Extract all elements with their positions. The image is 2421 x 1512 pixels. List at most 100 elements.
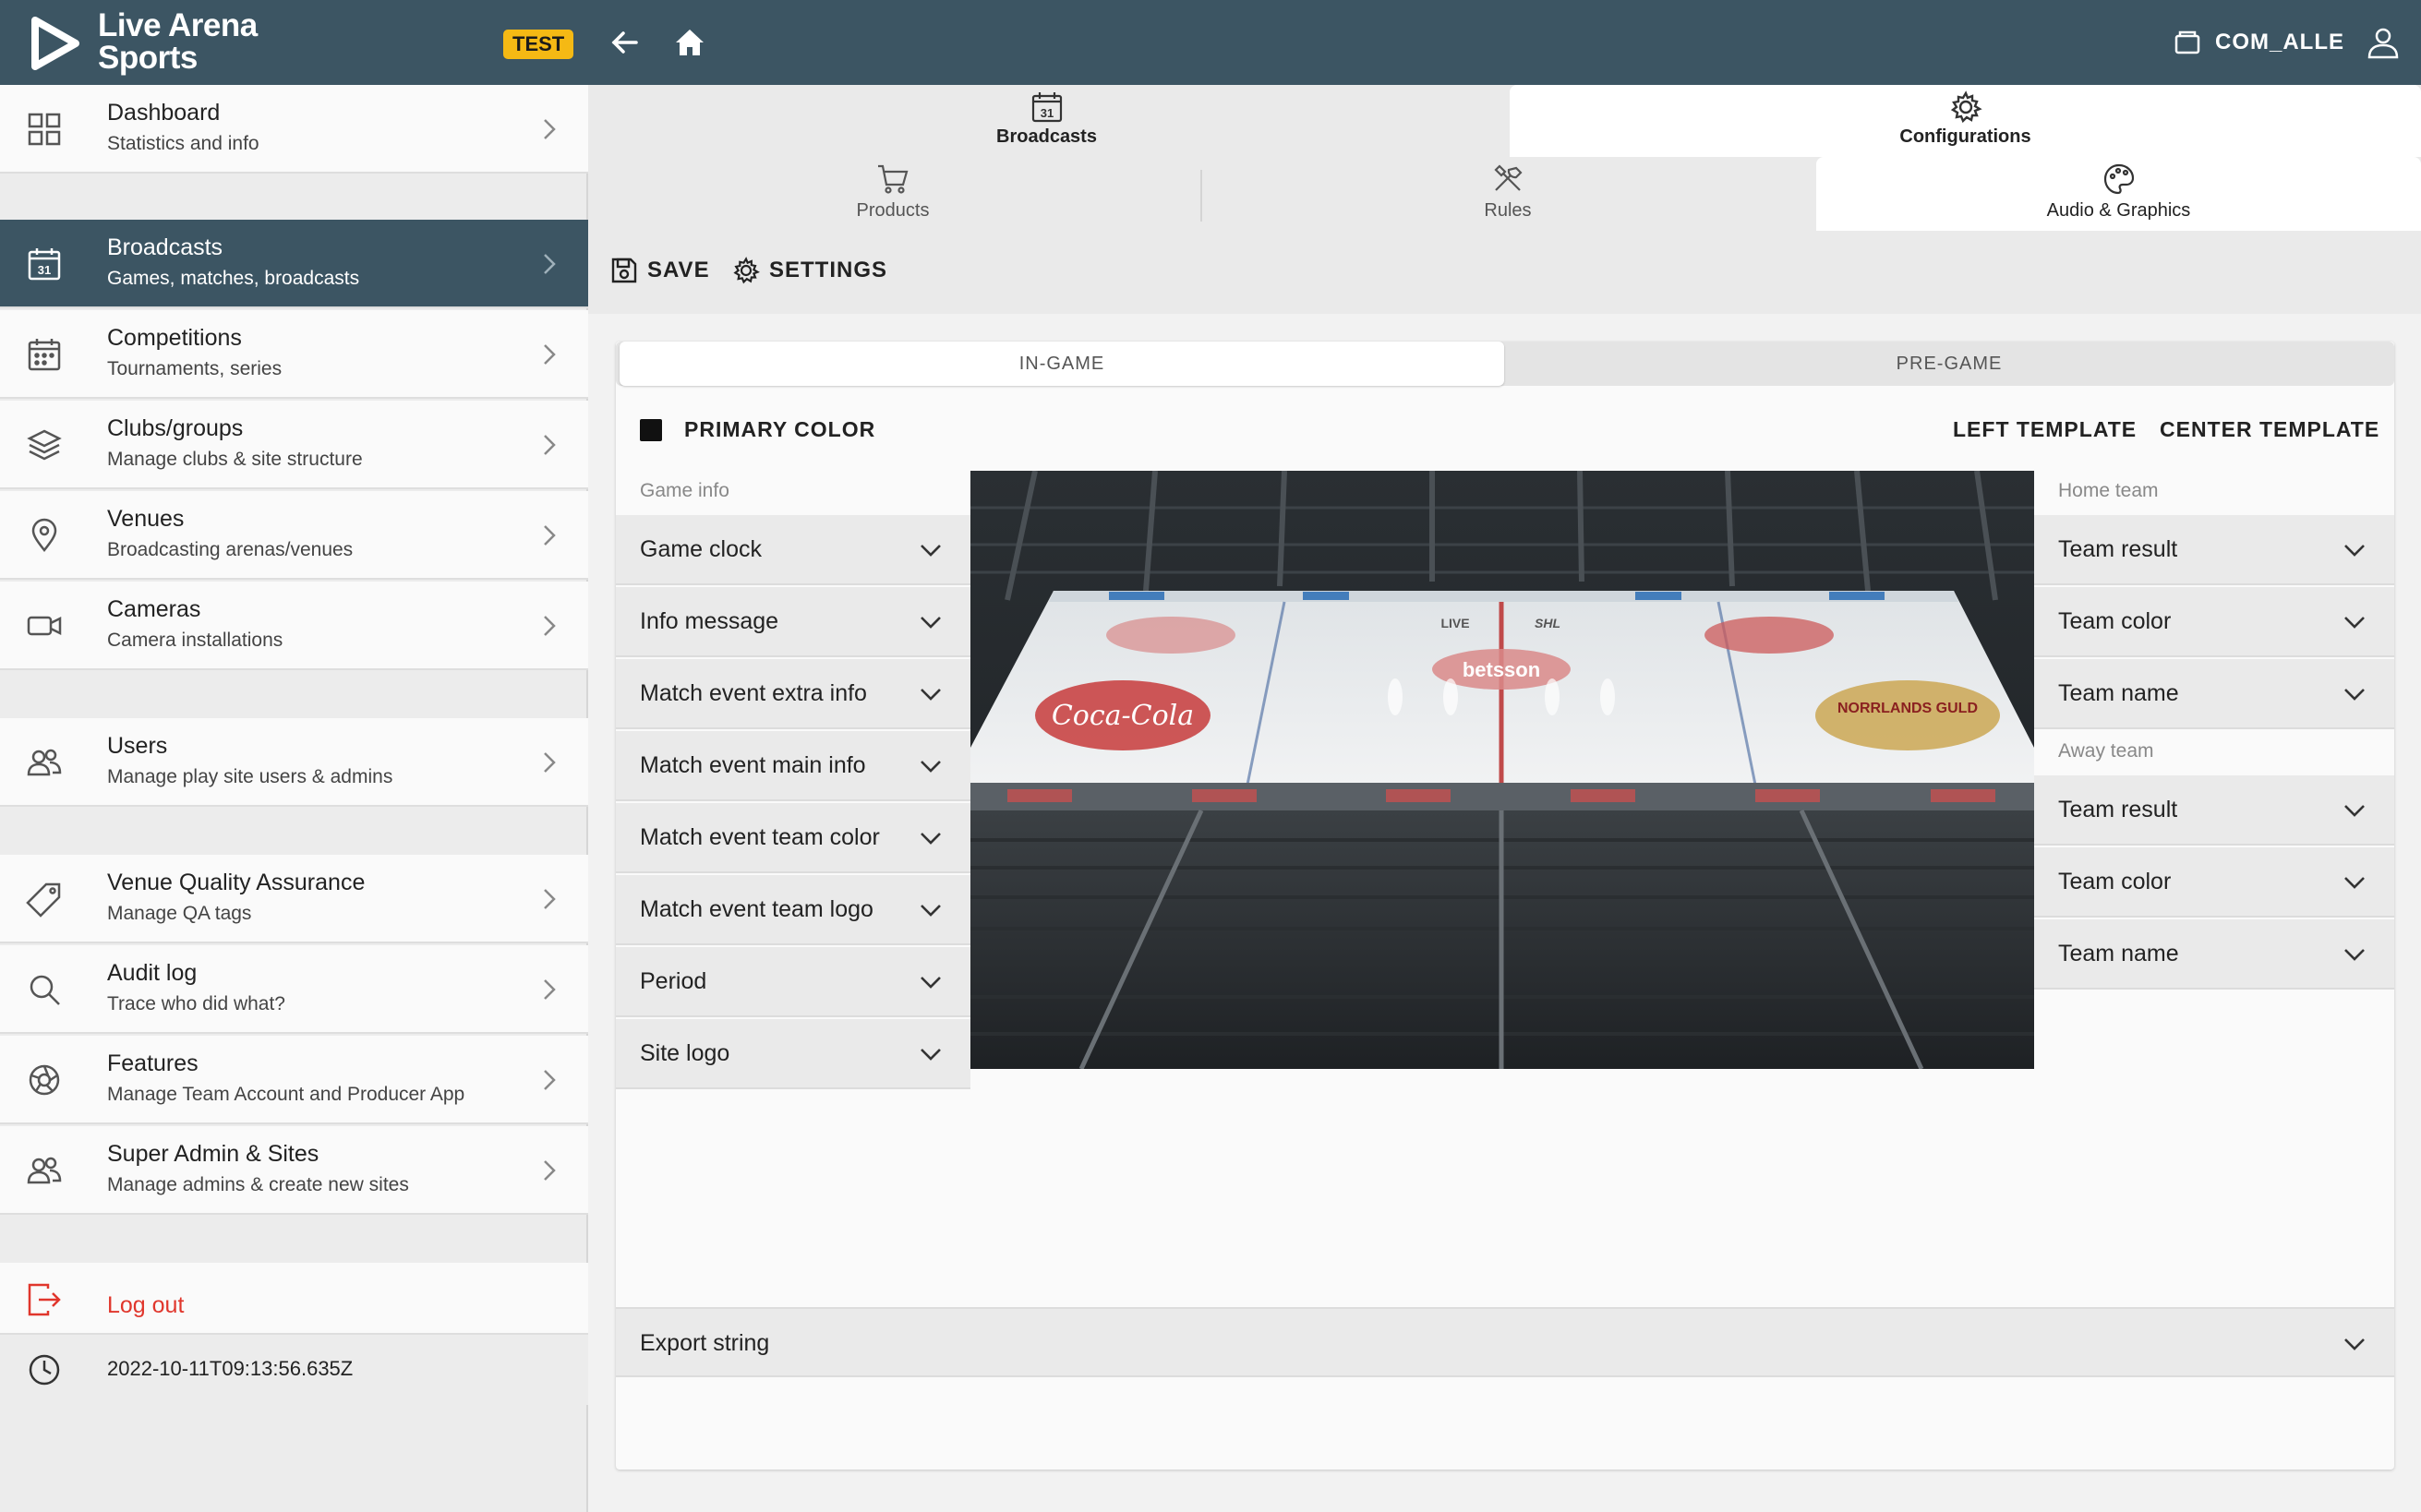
users-icon bbox=[27, 749, 62, 776]
accordion-item[interactable]: Team name bbox=[2034, 919, 2394, 990]
sidebar-item-subtitle: Games, matches, broadcasts bbox=[107, 268, 360, 289]
mode-in-game[interactable]: IN-GAME bbox=[620, 342, 1504, 386]
calendar-31-icon: 31 bbox=[28, 248, 61, 281]
sidebar-item-venues[interactable]: Venues Broadcasting arenas/venues bbox=[0, 491, 588, 580]
mode-switch: IN-GAME PRE-GAME bbox=[616, 342, 2394, 386]
sidebar-item-label: Features bbox=[107, 1050, 199, 1076]
sidebar-item-dashboard[interactable]: Dashboard Statistics and info bbox=[0, 85, 588, 174]
accordion-label: Match event team logo bbox=[640, 896, 873, 922]
tab-rules[interactable]: Rules bbox=[1203, 157, 1813, 231]
chevron-right-icon bbox=[544, 1160, 556, 1181]
gear-icon bbox=[1950, 90, 1982, 124]
sidebar-item-super-admin[interactable]: Super Admin & Sites Manage admins & crea… bbox=[0, 1126, 588, 1215]
accordion-item[interactable]: Team name bbox=[2034, 659, 2394, 729]
left-template-button[interactable]: LEFT TEMPLATE bbox=[1953, 417, 2137, 442]
accordion-item[interactable]: Team result bbox=[2034, 515, 2394, 585]
sidebar-item-subtitle: Manage Team Account and Producer App bbox=[107, 1084, 465, 1105]
sidebar-item-subtitle: Manage QA tags bbox=[107, 903, 252, 924]
sidebar-item-subtitle: Manage play site users & admins bbox=[107, 766, 393, 787]
away-team-heading: Away team bbox=[2058, 740, 2154, 762]
rink-ad-live: LIVE bbox=[1440, 616, 1469, 630]
chevron-down-icon bbox=[921, 833, 941, 845]
sidebar-item-broadcasts[interactable]: 31 Broadcasts Games, matches, broadcasts bbox=[0, 220, 588, 308]
search-icon bbox=[30, 975, 60, 1005]
users-icon bbox=[27, 1157, 62, 1184]
accordion-item[interactable]: Match event extra info bbox=[616, 659, 970, 729]
layers-icon bbox=[27, 429, 62, 461]
settings-button[interactable]: SETTINGS bbox=[732, 257, 887, 284]
sidebar-item-features[interactable]: Features Manage Team Account and Produce… bbox=[0, 1036, 588, 1124]
center-template-button[interactable]: CENTER TEMPLATE bbox=[2160, 417, 2379, 442]
primary-color-picker[interactable]: PRIMARY COLOR bbox=[640, 417, 875, 442]
sidebar-item-subtitle: Broadcasting arenas/venues bbox=[107, 539, 354, 560]
tag-icon bbox=[26, 882, 61, 918]
video-preview: betsson Coca-Cola NORRLANDS GULD LIVE SH… bbox=[970, 471, 2034, 1069]
tab-products[interactable]: Products bbox=[588, 157, 1198, 231]
aperture-icon bbox=[29, 1064, 60, 1096]
accordion-label: Match event extra info bbox=[640, 680, 867, 706]
back-arrow-icon[interactable] bbox=[608, 26, 642, 59]
accordion-item[interactable]: Site logo bbox=[616, 1019, 970, 1089]
timestamp-text: 2022-10-11T09:13:56.635Z bbox=[107, 1357, 354, 1380]
save-icon bbox=[611, 258, 637, 283]
sidebar-item-subtitle: Tournaments, series bbox=[107, 358, 283, 379]
chevron-down-icon bbox=[2344, 689, 2365, 701]
sidebar-item-label: Super Admin & Sites bbox=[107, 1141, 319, 1167]
tab-configurations[interactable]: Configurations bbox=[1510, 85, 2421, 157]
chevron-right-icon bbox=[544, 752, 556, 773]
color-swatch[interactable] bbox=[640, 418, 662, 441]
content-area: IN-GAME PRE-GAME PRIMARY COLOR LEFT TEMP… bbox=[588, 314, 2421, 1512]
save-label: SAVE bbox=[647, 258, 710, 282]
chevron-down-icon bbox=[2344, 1338, 2365, 1350]
settings-label: SETTINGS bbox=[769, 258, 888, 282]
brand-header: Live Arena Sports TEST bbox=[0, 0, 588, 85]
sidebar-item-venue-qa[interactable]: Venue Quality Assurance Manage QA tags bbox=[0, 855, 588, 943]
tab-label: Audio & Graphics bbox=[2046, 200, 2191, 221]
chevron-down-icon bbox=[2344, 877, 2365, 889]
top-bar: COM_ALLE bbox=[588, 0, 2421, 85]
sidebar-item-label: Broadcasts bbox=[107, 234, 223, 260]
sidebar-item-clubs-groups[interactable]: Clubs/groups Manage clubs & site structu… bbox=[0, 401, 588, 489]
chevron-down-icon bbox=[921, 977, 941, 989]
sidebar-item-competitions[interactable]: Competitions Tournaments, series bbox=[0, 310, 588, 399]
sidebar-item-users[interactable]: Users Manage play site users & admins bbox=[0, 718, 588, 807]
save-button[interactable]: SAVE bbox=[610, 257, 710, 284]
chevron-down-icon bbox=[2344, 545, 2365, 557]
accordion-item[interactable]: Info message bbox=[616, 587, 970, 657]
export-string-accordion[interactable]: Export string bbox=[616, 1307, 2394, 1377]
tab-audio-graphics[interactable]: Audio & Graphics bbox=[1816, 157, 2421, 231]
chevron-right-icon bbox=[544, 979, 556, 1000]
user-profile-icon[interactable] bbox=[2367, 26, 2400, 59]
accordion-item[interactable]: Match event team logo bbox=[616, 875, 970, 945]
tab-broadcasts[interactable]: 31 Broadcasts bbox=[588, 85, 1505, 157]
cart-icon bbox=[878, 164, 909, 194]
accordion-label: Info message bbox=[640, 608, 779, 634]
clock-icon bbox=[29, 1354, 60, 1386]
accordion-item[interactable]: Game clock bbox=[616, 515, 970, 585]
accordion-item[interactable]: Team color bbox=[2034, 587, 2394, 657]
folder-icon bbox=[2174, 30, 2200, 54]
chevron-right-icon bbox=[544, 254, 556, 274]
accordion-label: Team color bbox=[2058, 869, 2172, 894]
logout-button[interactable]: Log out bbox=[0, 1263, 588, 1335]
grid-icon bbox=[28, 113, 61, 146]
mode-pre-game[interactable]: PRE-GAME bbox=[1508, 342, 2391, 386]
chevron-down-icon bbox=[921, 545, 941, 557]
sidebar-item-subtitle: Trace who did what? bbox=[107, 993, 285, 1014]
sidebar-item-audit-log[interactable]: Audit log Trace who did what? bbox=[0, 945, 588, 1034]
sidebar-item-cameras[interactable]: Cameras Camera installations bbox=[0, 582, 588, 670]
chevron-right-icon bbox=[544, 889, 556, 909]
sidebar-item-subtitle: Statistics and info bbox=[107, 133, 259, 154]
accordion-item[interactable]: Period bbox=[616, 947, 970, 1017]
graphics-editor-card: IN-GAME PRE-GAME PRIMARY COLOR LEFT TEMP… bbox=[616, 342, 2394, 1470]
account-name[interactable]: COM_ALLE bbox=[2215, 30, 2344, 55]
accordion-item[interactable]: Team result bbox=[2034, 775, 2394, 846]
accordion-item[interactable]: Team color bbox=[2034, 847, 2394, 918]
sidebar-item-subtitle: Camera installations bbox=[107, 630, 283, 651]
accordion-item[interactable]: Match event team color bbox=[616, 803, 970, 873]
sidebar-item-subtitle: Manage clubs & site structure bbox=[107, 449, 363, 470]
chevron-down-icon bbox=[2344, 805, 2365, 817]
chevron-right-icon bbox=[544, 525, 556, 546]
accordion-item[interactable]: Match event main info bbox=[616, 731, 970, 801]
home-icon[interactable] bbox=[673, 26, 706, 59]
